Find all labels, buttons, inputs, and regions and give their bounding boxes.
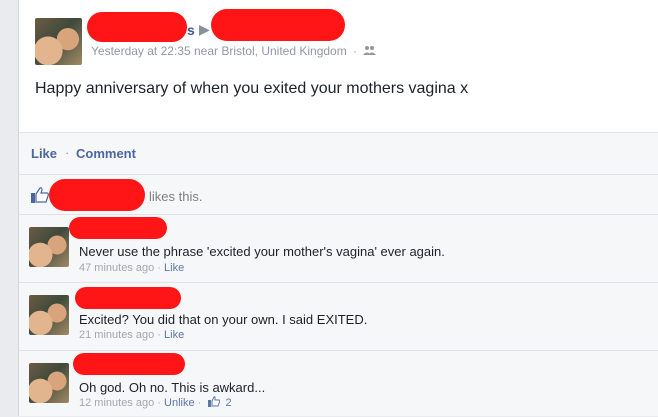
comment-like-button[interactable]: Like <box>164 262 184 274</box>
comment-item: Never use the phrase 'excited your mothe… <box>19 214 658 281</box>
comment-text: Never use the phrase 'excited your mothe… <box>79 244 445 259</box>
redacted-commenter-name <box>69 217 167 239</box>
author-avatar[interactable] <box>35 18 82 65</box>
redacted-author-name <box>87 12 187 42</box>
actions-separator: · <box>65 145 70 160</box>
comment-meta: 21 minutes ago · Like <box>79 329 184 341</box>
post-meta: Yesterday at 22:35 near Bristol, United … <box>91 44 377 58</box>
comment-meta: 12 minutes ago · Unlike · 2 <box>79 396 232 409</box>
redacted-commenter-name <box>75 287 181 309</box>
thumbs-up-icon <box>208 396 221 407</box>
post-card: s ▶ Yesterday at 22:35 near Bristol, Uni… <box>18 0 658 416</box>
feedback-section: likes this. Never use the phrase 'excite… <box>19 174 658 416</box>
comment-item: Excited? You did that on your own. I sai… <box>19 282 658 349</box>
comment-button[interactable]: Comment <box>76 146 136 161</box>
comment-meta-separator: · <box>157 397 161 409</box>
comment-item: Oh god. Oh no. This is awkard... 12 minu… <box>19 350 658 417</box>
audience-friends-icon[interactable] <box>363 46 377 58</box>
comment-time[interactable]: 12 minutes ago <box>79 397 154 409</box>
redacted-commenter-name <box>73 353 185 375</box>
post-message: Happy anniversary of when you exited you… <box>35 80 469 97</box>
post-timestamp[interactable]: Yesterday at 22:35 <box>91 44 191 58</box>
likes-summary: likes this. <box>19 174 658 215</box>
post-location[interactable]: near Bristol, United Kingdom <box>194 44 347 58</box>
like-button[interactable]: Like <box>31 146 57 161</box>
comment-meta: 47 minutes ago · Like <box>79 262 184 274</box>
likes-text: likes this. <box>149 189 203 204</box>
redacted-target-name <box>211 9 345 41</box>
redacted-liker-name <box>49 179 145 211</box>
comment-text: Oh god. Oh no. This is awkard... <box>79 380 266 395</box>
comment-meta-separator: · <box>197 397 202 409</box>
commenter-avatar[interactable] <box>29 227 69 267</box>
author-name-suffix[interactable]: s <box>187 22 195 38</box>
post-actions-bar: Like · Comment <box>19 132 658 175</box>
comment-meta-separator: · <box>157 262 161 274</box>
thumbs-up-icon <box>31 187 49 203</box>
comment-meta-separator: · <box>157 329 161 341</box>
comment-text: Excited? You did that on your own. I sai… <box>79 312 368 327</box>
meta-separator: · <box>353 44 358 58</box>
comment-time[interactable]: 47 minutes ago <box>79 262 154 274</box>
comment-like-count[interactable]: 2 <box>225 397 231 409</box>
comment-like-button[interactable]: Like <box>164 329 184 341</box>
comment-time[interactable]: 21 minutes ago <box>79 329 154 341</box>
commenter-avatar[interactable] <box>29 295 69 335</box>
arrow-right-icon: ▶ <box>199 21 210 37</box>
commenter-avatar[interactable] <box>29 363 69 403</box>
comment-unlike-button[interactable]: Unlike <box>164 397 195 409</box>
